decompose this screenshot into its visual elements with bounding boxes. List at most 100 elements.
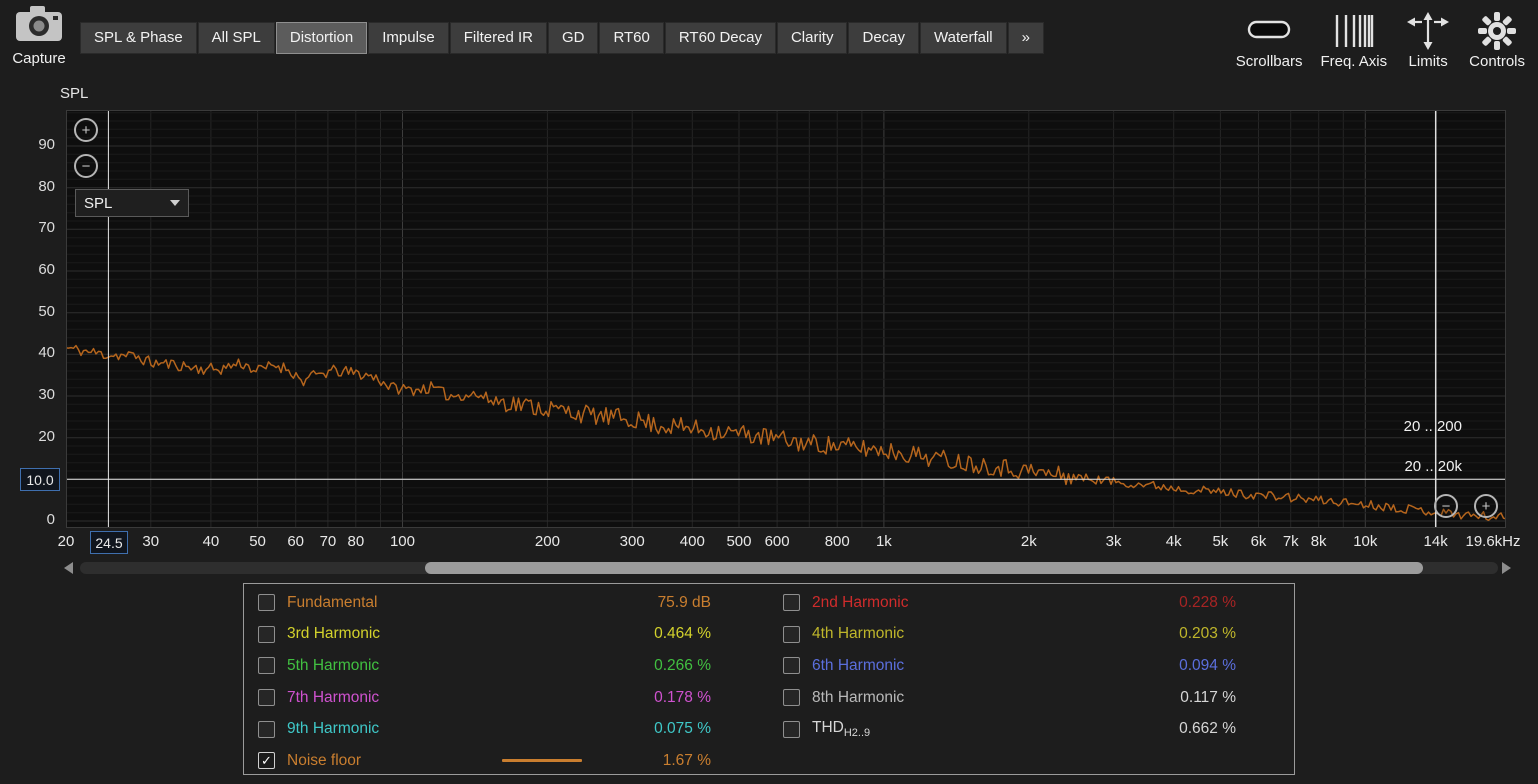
legend-checkbox-8th-harmonic[interactable] [783,689,800,707]
legend-checkbox-6th-harmonic[interactable] [783,657,800,675]
legend-checkbox-5th-harmonic[interactable] [258,657,275,675]
y-tick-80: 80 [38,177,55,195]
tab-impulse[interactable]: Impulse [368,22,449,54]
legend-label-5th-harmonic: 5th Harmonic [287,656,380,674]
x-tick-50: 50 [249,533,266,550]
x-tick-4k: 4k [1165,533,1182,550]
legend-value-5th-harmonic: 0.266 % [654,656,711,674]
legend-row-9th-harmonic: 9th Harmonic 0.075 % [244,713,769,745]
legend-value-7th-harmonic: 0.178 % [654,688,711,706]
legend-label-4th-harmonic: 4th Harmonic [812,625,905,643]
legend-checkbox-2nd-harmonic[interactable] [783,594,800,612]
limits-button[interactable]: Limits [1396,4,1460,70]
legend-row-3rd-harmonic: 3rd Harmonic 0.464 % [244,619,769,651]
tab-rt60[interactable]: RT60 [599,22,664,54]
x-tick-19-6khz: 19.6kHz [1465,533,1521,550]
tab-rt60-decay[interactable]: RT60 Decay [664,22,776,54]
legend-checkbox-thd[interactable] [783,720,800,738]
y-tick-90: 90 [38,135,55,153]
legend-row-8th-harmonic: 8th Harmonic 0.117 % [769,682,1294,714]
tab-clarity[interactable]: Clarity [776,22,848,54]
zoom-out-x-button[interactable]: − [1434,494,1458,518]
legend-checkbox-7th-harmonic[interactable] [258,689,275,707]
y-tick-20: 20 [38,427,55,445]
x-tick-7k: 7k [1282,533,1299,550]
graph-select-dropdown[interactable]: SPL [75,189,189,217]
x-tick-2k: 2k [1020,533,1037,550]
tab-decay[interactable]: Decay [848,22,920,54]
legend-checkbox-noise-floor[interactable]: ✓ [258,752,275,770]
x-tick-20: 20 [57,533,75,550]
legend-value-noise-floor: 1.67 % [662,751,711,769]
legend-label-3rd-harmonic: 3rd Harmonic [287,625,381,643]
legend-checkbox-4th-harmonic[interactable] [783,625,800,643]
x-tick-1k: 1k [875,533,892,550]
y-axis: 90 80 70 60 50 40 30 20 0 [0,0,57,784]
controls-button[interactable]: Controls [1460,4,1534,70]
scrollbar-right-arrow[interactable] [1502,562,1511,574]
scrollbar-left-arrow[interactable] [64,562,73,574]
legend-row-6th-harmonic: 6th Harmonic 0.094 % [769,650,1294,682]
y-tick-0: 0 [46,511,55,528]
controls-label: Controls [1469,53,1525,70]
legend-label-thd: THDH2..9 [812,719,871,740]
x-tick-80: 80 [347,533,365,550]
freq-axis-button[interactable]: Freq. Axis [1311,4,1396,70]
x-tick-30: 30 [142,533,160,550]
cursor-x-readout: 24.5 [90,531,128,554]
tab-spl-phase[interactable]: SPL & Phase [80,22,197,54]
tab-more[interactable]: » [1007,22,1044,54]
freq-axis-icon [1331,9,1377,53]
distortion-legend-panel: Fundamental 75.9 dB 3rd Harmonic 0.464 % 5th… [243,583,1295,775]
legend-label-9th-harmonic: 9th Harmonic [287,720,380,738]
legend-value-3rd-harmonic: 0.464 % [654,625,711,643]
legend-column-left: Fundamental 75.9 dB 3rd Harmonic 0.464 % 5th… [244,587,769,777]
tab-waterfall[interactable]: Waterfall [920,22,1007,54]
legend-label-8th-harmonic: 8th Harmonic [812,688,905,706]
cursor-y-readout: 10.0 [20,468,60,491]
legend-label-noise-floor: Noise floor [287,751,362,769]
x-tick-3k: 3k [1105,533,1122,550]
x-tick-100: 100 [389,533,415,550]
x-tick-10k: 10k [1353,533,1378,550]
x-tick-70: 70 [319,533,337,550]
scrollbars-button[interactable]: Scrollbars [1227,4,1312,70]
tab-distortion[interactable]: Distortion [275,22,368,54]
legend-value-fundamental: 75.9 dB [657,593,711,611]
legend-value-6th-harmonic: 0.094 % [1179,656,1236,674]
scrollbars-icon [1246,9,1292,53]
x-tick-5k: 5k [1212,533,1229,550]
y-tick-70: 70 [38,219,55,237]
h-scrollbar-thumb[interactable] [425,562,1423,574]
tab-gd[interactable]: GD [547,22,599,54]
legend-row-fundamental: Fundamental 75.9 dB [244,587,769,619]
zoom-in-y-button[interactable]: + [74,118,98,142]
legend-value-4th-harmonic: 0.203 % [1179,625,1236,643]
legend-swatch-noise-floor [502,759,582,763]
distortion-plot[interactable]: + − SPL 20 .. 200 20 .. 20k − + [66,110,1506,528]
graph-tab-bar: SPL & Phase All SPL Distortion Impulse Filte… [80,22,1045,54]
y-axis-title: SPL [60,85,89,102]
legend-value-thd: 0.662 % [1179,720,1236,738]
x-tick-60: 60 [287,533,305,550]
y-tick-50: 50 [38,302,55,320]
x-tick-40: 40 [202,533,220,550]
legend-checkbox-9th-harmonic[interactable] [258,720,275,738]
tab-all-spl[interactable]: All SPL [197,22,275,54]
x-range-full-label: 20 .. 20k [1404,458,1462,475]
h-scrollbar-track[interactable] [80,562,1498,574]
legend-value-9th-harmonic: 0.075 % [654,720,711,738]
y-tick-30: 30 [38,385,55,403]
zoom-in-x-button[interactable]: + [1474,494,1498,518]
tab-filtered-ir[interactable]: Filtered IR [449,22,547,54]
legend-checkbox-3rd-harmonic[interactable] [258,625,275,643]
legend-row-thd: THDH2..9 0.662 % [769,713,1294,745]
scrollbars-label: Scrollbars [1235,53,1303,70]
legend-checkbox-fundamental[interactable] [258,594,275,612]
graph-select-value: SPL [84,194,113,212]
y-tick-40: 40 [38,344,55,362]
rew-window: Capture SPL & Phase All SPL Distortion Impu… [0,0,1538,784]
legend-label-2nd-harmonic: 2nd Harmonic [812,593,909,611]
zoom-out-y-button[interactable]: − [74,154,98,178]
legend-row-noise-floor: ✓ Noise floor 1.67 % [244,745,769,777]
